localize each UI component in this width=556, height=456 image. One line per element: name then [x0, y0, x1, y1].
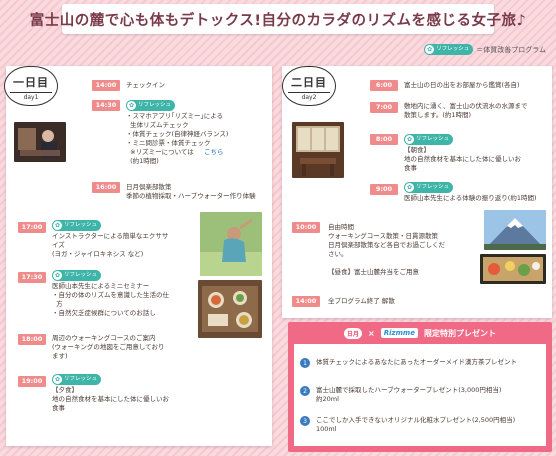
- schedule-text: 【朝食】 地の自然食材を基本にした体に優しいお 食事: [404, 146, 521, 172]
- present-list: 1 体質チェックによるあなたにあったオーダーメイド漢方茶プレゼント 2 富士山麓…: [294, 344, 546, 446]
- time-badge: 14:00: [92, 80, 120, 91]
- tag-label: リフレッシュ: [64, 222, 98, 228]
- day2-title: 二日目: [291, 76, 327, 89]
- present-item: 2 富士山麓で採取したハーブウォータープレゼント(3,000円相当) 約20ml: [300, 386, 501, 404]
- leaf-icon: ✿: [405, 135, 414, 144]
- room-photo: [292, 122, 344, 178]
- present-item: 1 体質チェックによるあなたにあったオーダーメイド漢方茶プレゼント: [300, 358, 517, 368]
- schedule-text: 日月倶楽部散策 季節の植物採取・ハーブウォーター作り体験: [126, 183, 256, 200]
- refresh-tag: ✿ リフレッシュ: [126, 100, 176, 111]
- refresh-tag: ✿ リフレッシュ: [404, 134, 454, 145]
- time-badge: 7:00: [370, 102, 398, 113]
- leaf-icon: ✿: [127, 101, 136, 110]
- bento-photo: [480, 254, 546, 284]
- schedule-text: 富士山の日の出をお部屋から鑑賞(各自): [404, 81, 520, 89]
- refresh-tag: ✿ リフレッシュ: [52, 270, 102, 281]
- schedule-text: 医師山本先生によるミニセミナー ・自分の体のリズムを意識した生活の仕 方 ・自然…: [52, 282, 169, 317]
- tag-label: リフレッシュ: [64, 376, 98, 382]
- tag-label: リフレッシュ: [64, 272, 98, 278]
- time-badge: 17:30: [18, 272, 46, 283]
- present-item: 3 ここでしか入手できないオリジナル化粧水プレゼント(2,500円相当) 100…: [300, 416, 515, 434]
- present-text: ここでしか入手できないオリジナル化粧水プレゼント(2,500円相当) 100ml: [316, 416, 516, 433]
- number-badge: 1: [300, 358, 310, 368]
- tag-label: リフレッシュ: [416, 184, 450, 190]
- refresh-tag: ✿ リフレッシュ: [52, 220, 102, 231]
- day1-badge: 一日目 day1: [4, 66, 58, 106]
- present-title: 限定特別プレゼント: [423, 328, 496, 338]
- time-badge: 18:00: [18, 334, 46, 345]
- meal-photo: [198, 280, 262, 338]
- time-badge: 17:00: [18, 222, 46, 233]
- legend-text: ＝体質改善プログラム: [476, 45, 546, 54]
- time-badge: 9:00: [370, 184, 398, 195]
- schedule-text: 敷地内に湧く、富士山の伏流水の水源まで 散策します。(約1時間): [404, 102, 528, 119]
- time-badge: 14:30: [92, 100, 120, 111]
- time-badge: 8:00: [370, 134, 398, 145]
- program-legend: ✿ リフレッシュ ＝体質改善プログラム: [424, 44, 546, 55]
- mount-fuji-photo: [484, 210, 546, 250]
- time-badge: 16:00: [92, 182, 120, 193]
- tag-label: リフレッシュ: [436, 46, 470, 52]
- cross-mark: ×: [368, 328, 375, 338]
- schedule-text: (約1時間): [126, 157, 159, 165]
- refresh-tag: ✿ リフレッシュ: [424, 44, 474, 55]
- schedule-text: 自由時間 ウォーキングコース散策・日貫源散策 日月倶楽部散策など各自でお過ごしく…: [328, 223, 445, 276]
- schedule-text: 【夕食】 地の自然食材を基本にした体に優しいお 食事: [52, 386, 169, 412]
- divider: [288, 92, 330, 93]
- present-text: 富士山麓で採取したハーブウォータープレゼント(3,000円相当) 約20ml: [316, 386, 502, 403]
- time-badge: 14:00: [292, 296, 320, 307]
- rhythmy-link[interactable]: こちら: [204, 148, 224, 157]
- day2-badge: 二日目 day2: [282, 66, 336, 106]
- time-badge: 6:00: [370, 80, 398, 91]
- present-text: 体質チェックによるあなたにあったオーダーメイド漢方茶プレゼント: [316, 358, 518, 366]
- leaf-icon: ✿: [405, 183, 414, 192]
- schedule-text: インストラクターによる簡単なエクササ イズ (ヨガ・ジャイロキネシス など): [52, 232, 169, 258]
- schedule-text: 医師山本先生による体験の振り返り(約1時間): [404, 194, 537, 202]
- rizmme-logo: Rizmme: [380, 328, 418, 338]
- schedule-text: 周辺のウォーキングコースのご案内 (ウォーキングの地図をご用意しており ます): [52, 334, 165, 360]
- time-badge: 10:00: [292, 222, 320, 233]
- number-badge: 3: [300, 416, 310, 426]
- present-box: 日月 × Rizmme 限定特別プレゼント 1 体質チェックによるあなたにあった…: [288, 322, 552, 452]
- tag-label: リフレッシュ: [138, 102, 172, 108]
- day1-subtitle: day1: [23, 94, 39, 101]
- refresh-tag: ✿ リフレッシュ: [404, 182, 454, 193]
- schedule-text: 全プログラム終了 解散: [328, 297, 395, 305]
- tag-label: リフレッシュ: [416, 136, 450, 142]
- consultation-photo: [14, 122, 66, 162]
- day2-subtitle: day2: [301, 94, 317, 101]
- leaf-icon: ✿: [53, 271, 62, 280]
- leaf-icon: ✿: [53, 375, 62, 384]
- schedule-text: チェックイン: [126, 81, 165, 89]
- leaf-icon: ✿: [53, 221, 62, 230]
- yoga-photo: [200, 212, 262, 276]
- day1-title: 一日目: [13, 76, 49, 89]
- hitsuki-logo: 日月: [344, 327, 363, 339]
- present-header: 日月 × Rizmme 限定特別プレゼント: [288, 322, 552, 344]
- number-badge: 2: [300, 386, 310, 396]
- time-badge: 19:00: [18, 376, 46, 387]
- page-title: 富士山の麓で心も体もデトックス!自分のカラダのリズムを感じる女子旅♪: [30, 4, 526, 34]
- refresh-tag: ✿ リフレッシュ: [52, 374, 102, 385]
- divider: [10, 92, 52, 93]
- leaf-icon: ✿: [425, 45, 435, 54]
